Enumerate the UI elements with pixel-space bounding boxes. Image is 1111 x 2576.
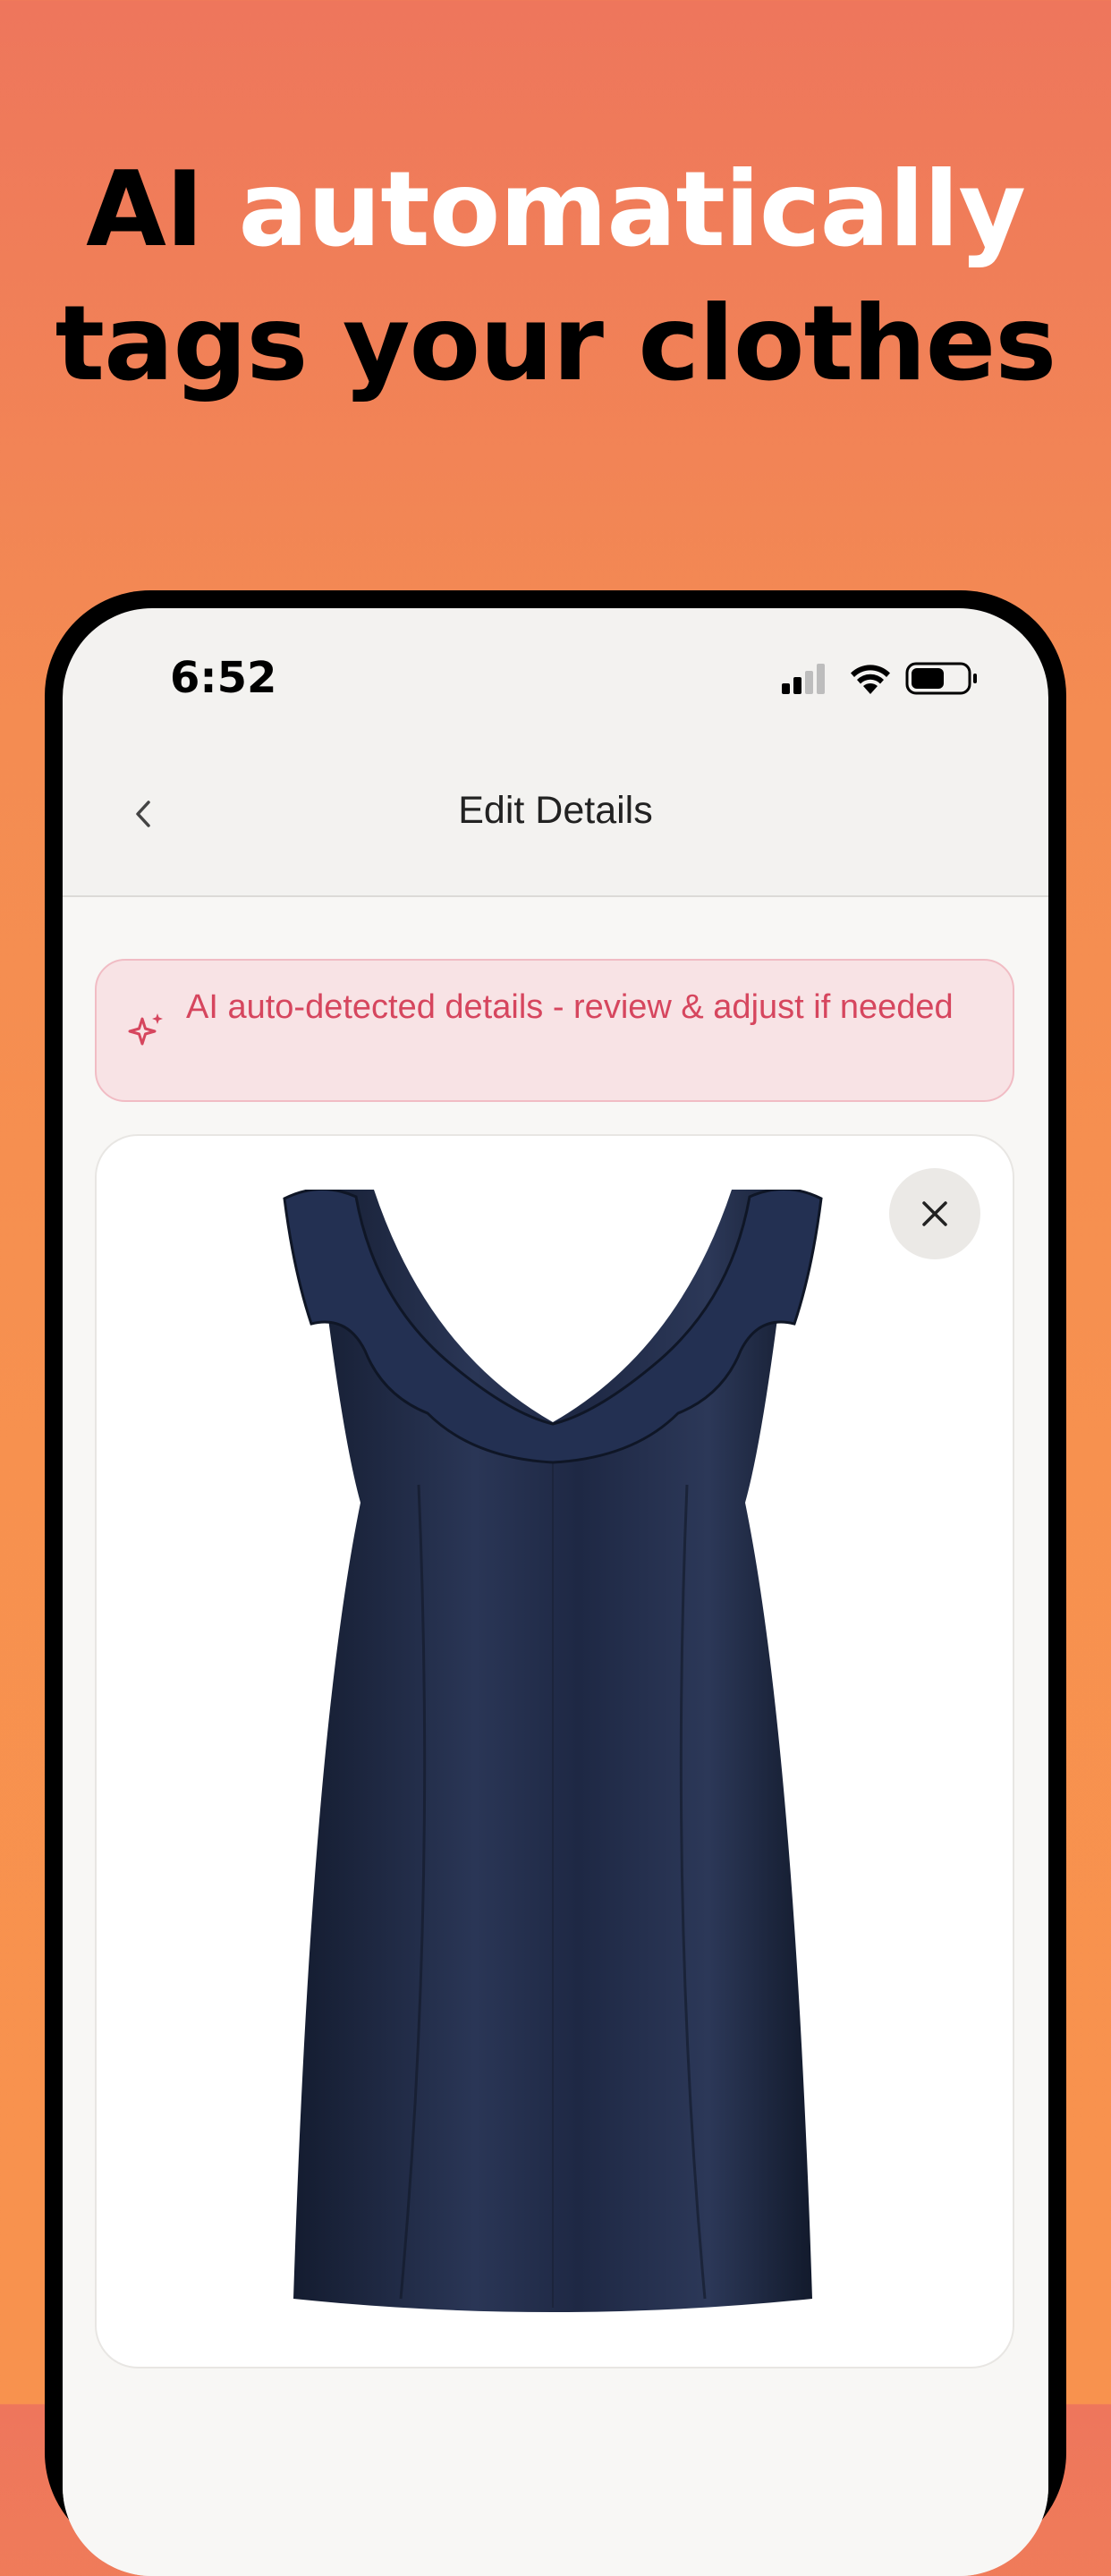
wifi-icon xyxy=(851,665,890,694)
headline-line-1: AI automatically xyxy=(0,143,1111,277)
banner-text: AI auto-detected details - review & adju… xyxy=(186,988,954,1026)
headline: AI automatically tags your clothes xyxy=(0,143,1111,411)
remove-image-button[interactable] xyxy=(889,1168,980,1259)
headline-line-2: tags your clothes xyxy=(55,284,1057,404)
phone-screen: 6:52 Edit Details AI auto-detected detai… xyxy=(63,608,1048,2576)
page-title: Edit Details xyxy=(458,789,653,832)
dress-image xyxy=(283,1190,823,2312)
status-icons xyxy=(782,662,977,695)
content-area: AI auto-detected details - review & adju… xyxy=(63,897,1048,2576)
sparkle-icon xyxy=(128,1013,163,1046)
ai-detected-banner: AI auto-detected details - review & adju… xyxy=(95,959,1014,1102)
status-time: 6:52 xyxy=(170,653,277,703)
item-image-card xyxy=(95,1134,1014,2368)
close-icon xyxy=(922,1201,947,1226)
headline-highlight: automatically xyxy=(238,149,1026,270)
headline-ai: AI xyxy=(86,149,239,270)
cellular-signal-icon xyxy=(782,664,825,694)
phone-frame: 6:52 Edit Details AI auto-detected detai… xyxy=(45,590,1066,2576)
battery-icon xyxy=(905,662,977,695)
